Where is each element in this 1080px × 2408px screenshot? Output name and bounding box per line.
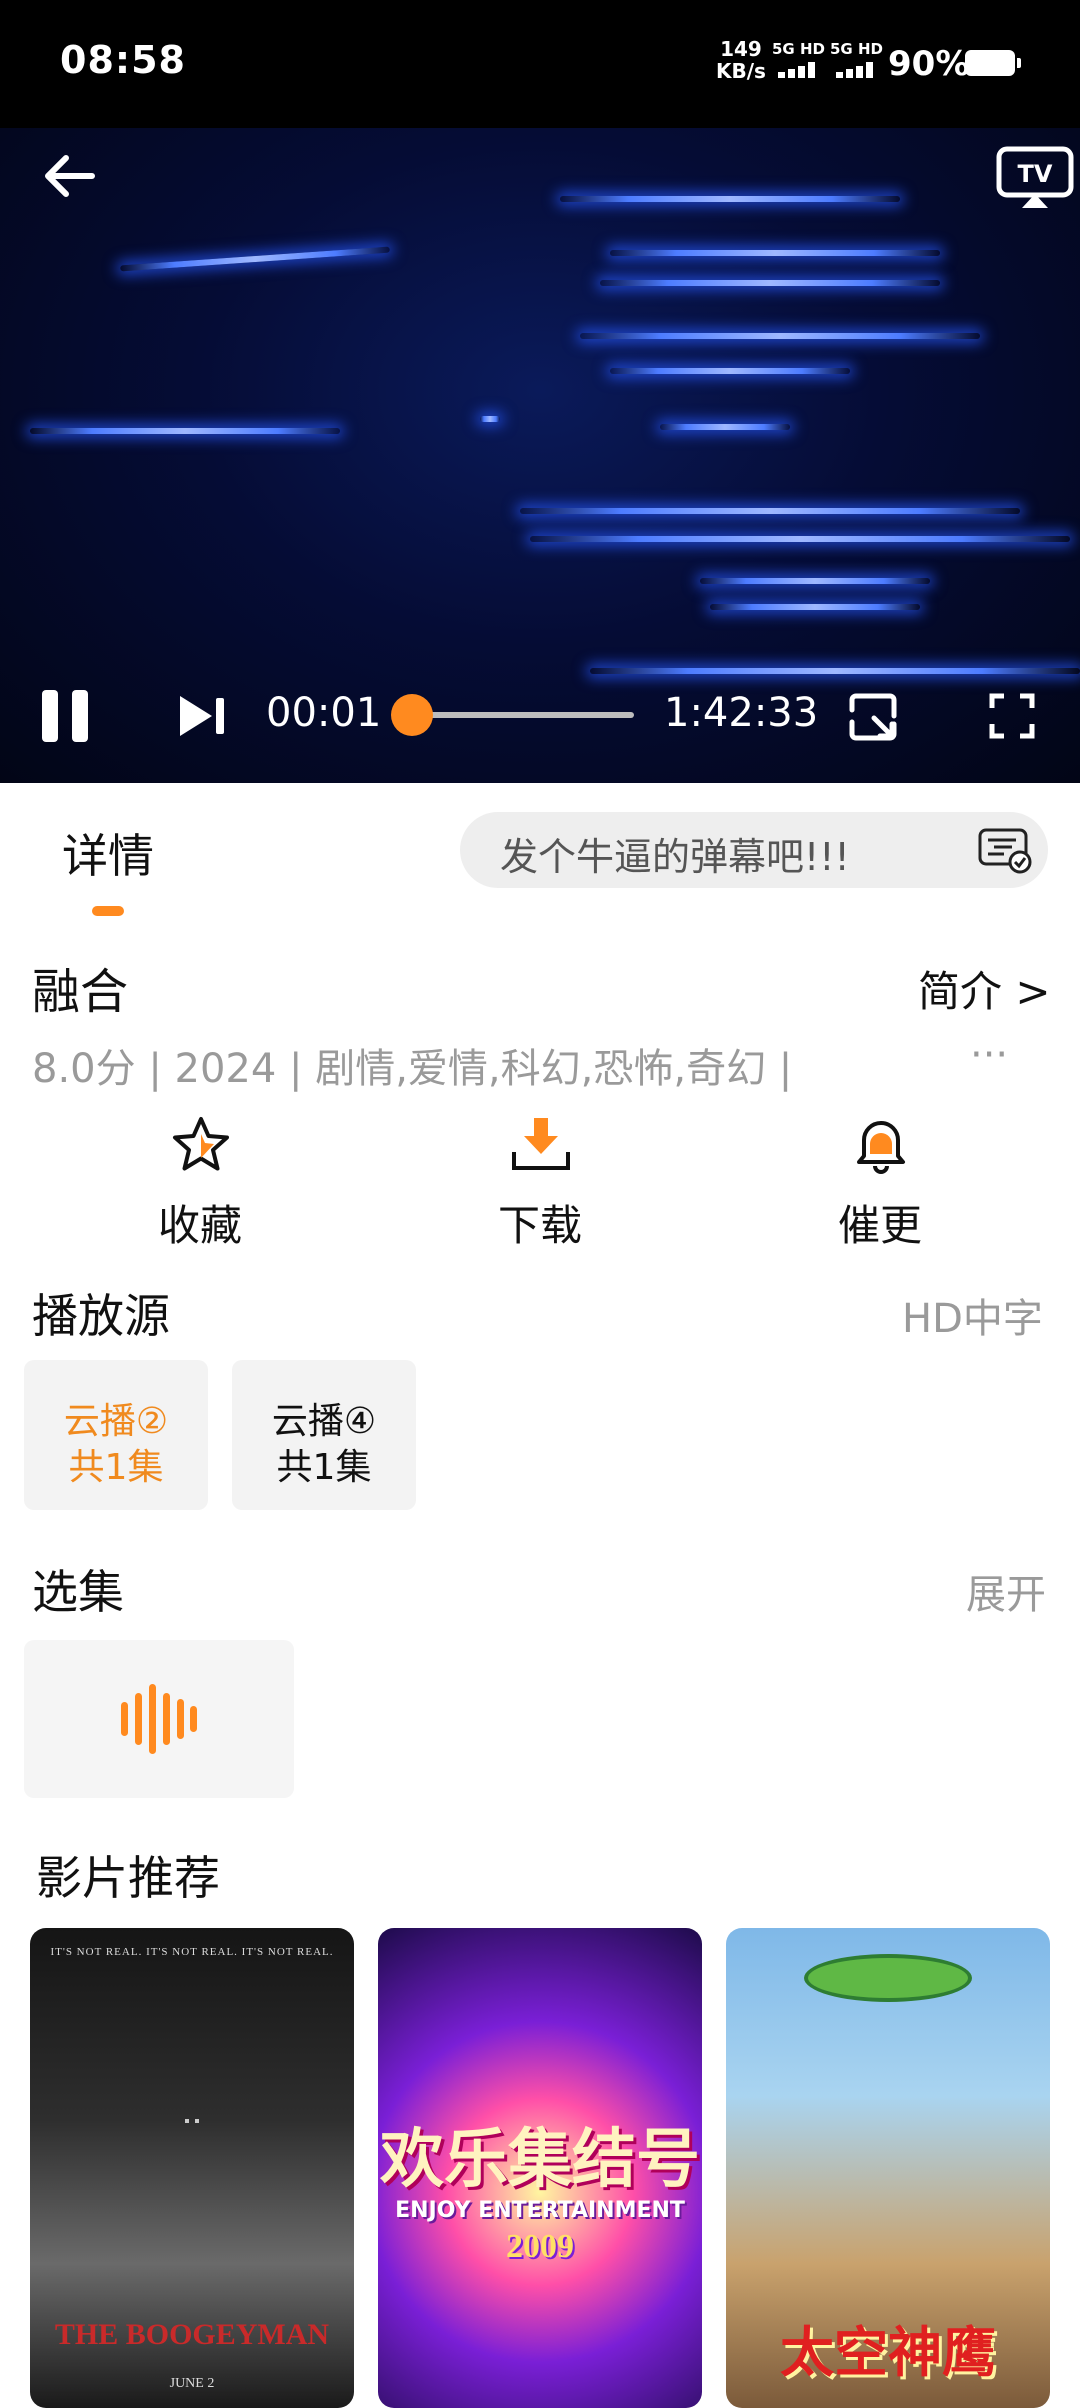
favorite-label: 收藏 — [157, 1201, 242, 1250]
sim1-label: 5G HD — [772, 40, 825, 58]
network-speed-unit: KB/s — [716, 59, 766, 83]
tab-indicator — [92, 906, 124, 916]
poster-tagline: IT'S NOT REAL. IT'S NOT REAL. IT'S NOT R… — [50, 1946, 334, 1958]
poster-enjoy-entertainment[interactable]: 欢乐集结号 ENJOY ENTERTAINMENT 2009 — [378, 1928, 702, 2408]
movie-title: 融合 — [32, 964, 129, 1020]
poster-subtitle: ENJOY ENTERTAINMENT — [395, 2198, 685, 2223]
remind-button[interactable]: 催更 — [780, 1114, 980, 1254]
download-icon — [510, 1114, 572, 1176]
sim2-signal-icon: 5G HD — [830, 40, 890, 80]
progress-handle[interactable] — [391, 694, 433, 736]
poster-title: THE BOOGEYMAN — [54, 2318, 330, 2351]
total-time: 1:42:33 — [664, 690, 819, 736]
expand-link[interactable]: 展开 — [966, 1562, 1046, 1620]
source-item[interactable]: 云播② 共1集 — [24, 1360, 208, 1510]
battery-icon — [965, 50, 1021, 76]
source-count: 共1集 — [68, 1447, 164, 1488]
download-button[interactable]: 下载 — [440, 1114, 640, 1254]
bell-icon — [850, 1114, 912, 1176]
sim2-label: 5G HD — [830, 40, 883, 58]
fullscreen-icon[interactable] — [988, 692, 1036, 740]
network-speed: 149 KB/s — [716, 38, 766, 82]
danmaku-settings-icon[interactable] — [978, 826, 1032, 876]
network-speed-value: 149 — [720, 37, 762, 61]
poster-year: 2009 — [506, 2228, 574, 2265]
next-icon[interactable] — [176, 692, 230, 740]
more-icon[interactable]: ··· — [970, 1032, 1008, 1078]
current-time: 00:01 — [266, 690, 382, 736]
progress-bar[interactable] — [391, 694, 634, 736]
video-player[interactable] — [0, 128, 1080, 783]
danmaku-input[interactable]: 发个牛逼的弹幕吧!!! — [460, 812, 1048, 888]
remind-label: 催更 — [837, 1201, 922, 1250]
source-count: 共1集 — [276, 1447, 372, 1488]
danmaku-placeholder: 发个牛逼的弹幕吧!!! — [500, 835, 850, 879]
playing-wave-icon — [121, 1684, 197, 1754]
source-section-title: 播放源 — [32, 1289, 170, 1343]
source-item[interactable]: 云播④ 共1集 — [232, 1360, 416, 1510]
favorite-button[interactable]: 收藏 — [100, 1114, 300, 1254]
battery-percent: 90% — [888, 44, 970, 84]
intro-link[interactable]: 简介 > — [918, 958, 1051, 1019]
movie-meta: 8.0分 | 2024 | 剧情,爱情,科幻,恐怖,奇幻 | — [32, 1046, 793, 1092]
star-icon — [170, 1114, 232, 1176]
episode-item[interactable] — [24, 1640, 294, 1798]
poster-space-eagle[interactable]: 太空神鹰 — [726, 1928, 1050, 2408]
svg-text:TV: TV — [1018, 160, 1053, 188]
sim1-signal-icon: 5G HD — [772, 40, 832, 80]
status-time: 08:58 — [60, 38, 186, 82]
pause-button[interactable] — [42, 690, 96, 742]
poster-title: 欢乐集结号 — [380, 2123, 700, 2197]
poster-date: JUNE 2 — [169, 2376, 215, 2391]
source-name: 云播② — [63, 1401, 169, 1442]
download-label: 下载 — [497, 1201, 582, 1250]
tv-cast-icon[interactable]: TV — [996, 146, 1074, 208]
recommend-section-title: 影片推荐 — [36, 1851, 220, 1905]
poster-title: 太空神鹰 — [780, 2321, 996, 2384]
tab-detail[interactable]: 详情 — [62, 820, 154, 886]
poster-boogeyman[interactable]: IT'S NOT REAL. IT'S NOT REAL. IT'S NOT R… — [30, 1928, 354, 2408]
back-arrow-icon[interactable] — [40, 146, 100, 206]
source-name: 云播④ — [271, 1401, 377, 1442]
episodes-section-title: 选集 — [32, 1565, 124, 1619]
source-quality: HD中字 — [902, 1296, 1043, 1342]
rotate-icon[interactable] — [846, 690, 900, 744]
